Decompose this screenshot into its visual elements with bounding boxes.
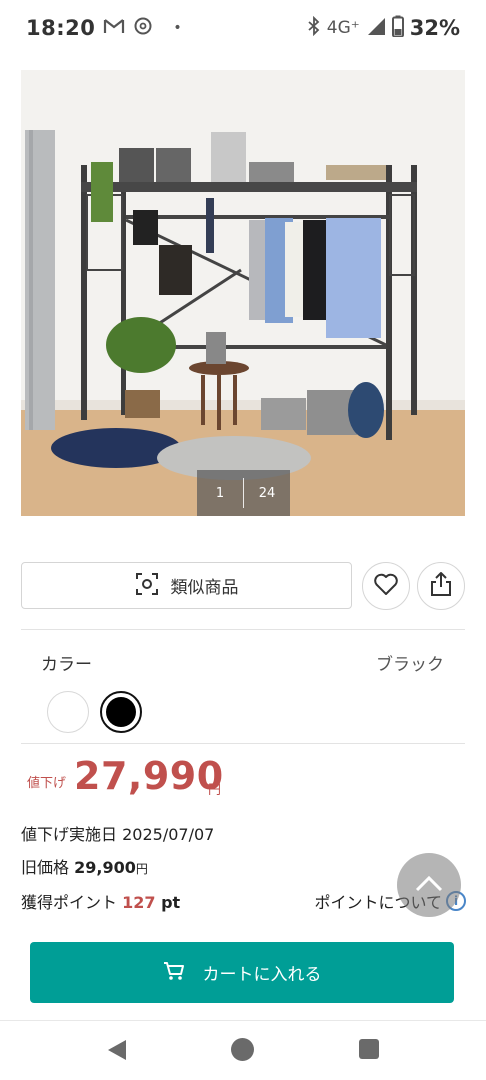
- home-icon[interactable]: [231, 1038, 254, 1061]
- discount-tag: 値下げ: [27, 776, 67, 791]
- product-image-gallery[interactable]: 1 24: [21, 70, 465, 516]
- notification-dot: •: [173, 20, 182, 36]
- color-label: カラー: [41, 655, 92, 675]
- color-swatch-black-fill: [106, 697, 136, 727]
- old-price-line: 旧価格 29,900円: [21, 854, 148, 878]
- color-swatch-white[interactable]: [47, 691, 89, 733]
- share-button[interactable]: [417, 562, 465, 610]
- points-label: 獲得ポイント: [21, 893, 123, 912]
- threads-icon: [133, 16, 153, 41]
- points-line: 獲得ポイント 127 pt: [21, 889, 180, 913]
- markdown-date-line: 値下げ実施日 2025/07/07: [21, 821, 214, 845]
- old-price-label: 旧価格: [21, 858, 75, 877]
- scroll-to-top-button[interactable]: [397, 853, 461, 917]
- battery-icon: [391, 15, 404, 41]
- back-icon[interactable]: [106, 1038, 128, 1066]
- favorite-button[interactable]: [362, 562, 410, 610]
- product-photo: [21, 70, 465, 516]
- recents-icon[interactable]: [359, 1039, 379, 1059]
- status-time: 18:20: [26, 16, 96, 40]
- similar-products-button[interactable]: 類似商品: [21, 562, 352, 609]
- add-to-cart-button[interactable]: カートに入れる: [30, 942, 454, 1003]
- image-counter: 1 24: [197, 470, 290, 516]
- color-swatch-black[interactable]: [100, 691, 142, 733]
- points-unit: pt: [155, 893, 181, 912]
- selected-color-name: ブラック: [376, 655, 444, 675]
- old-price-currency: 円: [135, 862, 148, 876]
- markdown-date: 2025/07/07: [122, 825, 215, 844]
- price: 27,990: [74, 754, 224, 798]
- chevron-up-icon: [414, 874, 444, 896]
- bluetooth-icon: [307, 15, 321, 40]
- share-icon: [429, 571, 453, 601]
- gmail-icon: [103, 17, 125, 40]
- battery-percent: 32%: [409, 16, 460, 40]
- points-value: 127: [122, 893, 156, 912]
- add-to-cart-label: カートに入れる: [202, 965, 322, 985]
- markdown-date-label: 値下げ実施日: [21, 825, 123, 844]
- network-type: 4G⁺: [326, 18, 360, 38]
- section-divider: [21, 743, 465, 744]
- status-bar: 18:20 • 4G⁺ 32%: [0, 0, 486, 56]
- image-counter-total: 24: [258, 485, 276, 501]
- section-divider: [21, 629, 465, 630]
- heart-icon: [373, 572, 399, 600]
- price-currency: 円: [208, 783, 222, 798]
- old-price: 29,900: [74, 858, 136, 877]
- signal-icon: [366, 16, 386, 40]
- cart-icon: [163, 961, 185, 985]
- similar-products-label: 類似商品: [170, 578, 239, 598]
- visual-search-icon: [135, 572, 159, 600]
- image-counter-current: 1: [215, 485, 225, 501]
